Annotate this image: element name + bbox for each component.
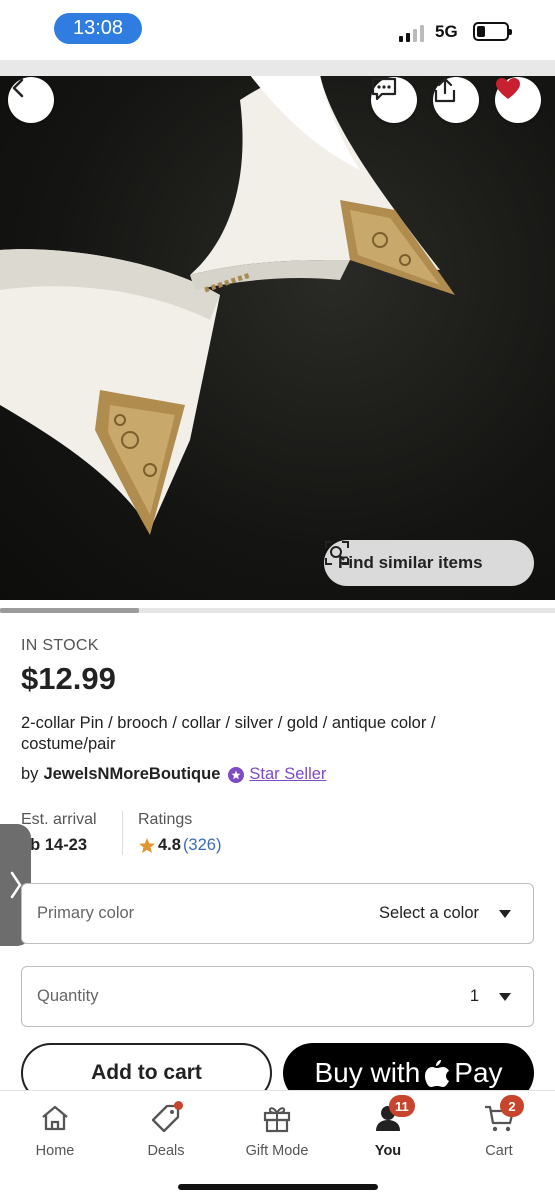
status-time: 13:08 — [54, 13, 142, 44]
product-photo — [0, 70, 455, 535]
arrival-label: Est. arrival — [21, 811, 97, 828]
find-similar-button[interactable]: Find similar items — [324, 540, 534, 586]
network-label: 5G — [435, 22, 458, 41]
star-seller-icon — [228, 766, 245, 783]
price: $12.99 — [21, 661, 116, 696]
message-icon — [371, 77, 397, 101]
nav-gift-mode-label: Gift Mode — [245, 1143, 309, 1159]
status-bar: 13:08 5G — [0, 0, 555, 60]
user-icon: 11 — [371, 1095, 415, 1135]
signal-icon — [399, 24, 424, 42]
chevron-left-icon — [12, 78, 24, 98]
stock-status: IN STOCK — [21, 637, 99, 654]
cart-icon: 2 — [482, 1095, 524, 1135]
primary-color-value: Select a color — [379, 904, 479, 922]
nav-home-label: Home — [35, 1143, 75, 1159]
find-similar-label: Find similar items — [338, 553, 483, 572]
nav-gift-mode[interactable]: Gift Mode — [227, 1101, 327, 1159]
buy-with-label: Buy with — [314, 1057, 421, 1088]
primary-color-label: Primary color — [37, 904, 135, 922]
heart-icon — [496, 78, 520, 99]
ratings-summary[interactable]: 4.8 (326) — [138, 836, 221, 855]
rating-value: 4.8 — [158, 836, 181, 854]
ratings-label: Ratings — [138, 811, 193, 828]
visual-search-icon — [325, 541, 349, 565]
back-button[interactable] — [8, 77, 54, 123]
quantity-label: Quantity — [37, 987, 99, 1005]
star-seller-link[interactable]: Star Seller — [249, 765, 326, 784]
nav-home[interactable]: Home — [5, 1101, 105, 1159]
star-icon — [139, 837, 155, 853]
nav-deals-label: Deals — [147, 1143, 185, 1159]
divider — [122, 811, 123, 855]
nav-cart[interactable]: 2 Cart — [449, 1095, 549, 1159]
image-carousel-position — [0, 608, 139, 613]
nav-you[interactable]: 11 You — [338, 1095, 438, 1159]
home-icon — [38, 1101, 72, 1135]
you-badge: 11 — [389, 1095, 415, 1117]
cart-badge: 2 — [500, 1095, 524, 1117]
primary-color-select[interactable]: Primary color Select a color — [21, 883, 534, 944]
pay-label: Pay — [454, 1057, 503, 1088]
battery-icon — [473, 22, 512, 41]
apple-icon — [425, 1060, 450, 1087]
bottom-nav: Home Deals Gift Mode 11 You 2 Cart — [0, 1090, 555, 1200]
share-icon — [434, 77, 456, 103]
quantity-select[interactable]: Quantity 1 — [21, 966, 534, 1027]
dropdown-caret-icon — [499, 992, 511, 1001]
nav-you-label: You — [374, 1143, 402, 1159]
nav-cart-label: Cart — [485, 1143, 513, 1159]
message-seller-button[interactable] — [371, 77, 417, 123]
image-carousel-indicator — [0, 608, 555, 613]
home-indicator — [178, 1184, 378, 1190]
tag-icon — [149, 1101, 183, 1135]
deals-notification-dot — [174, 1101, 183, 1110]
favorite-button[interactable] — [495, 77, 541, 123]
product-image[interactable]: Find similar items — [0, 60, 555, 600]
image-top-edge — [0, 60, 555, 76]
seller-name[interactable]: JewelsNMoreBoutique — [43, 765, 220, 784]
seller-prefix: by — [21, 765, 39, 783]
product-title: 2-collar Pin / brooch / collar / silver … — [21, 714, 436, 753]
quantity-value: 1 — [469, 987, 479, 1005]
gift-icon — [260, 1101, 294, 1135]
rating-count: (326) — [182, 836, 222, 854]
nav-deals[interactable]: Deals — [116, 1101, 216, 1159]
share-button[interactable] — [433, 77, 479, 123]
seller-line: by JewelsNMoreBoutique Star Seller — [21, 765, 326, 784]
dropdown-caret-icon — [499, 909, 511, 918]
